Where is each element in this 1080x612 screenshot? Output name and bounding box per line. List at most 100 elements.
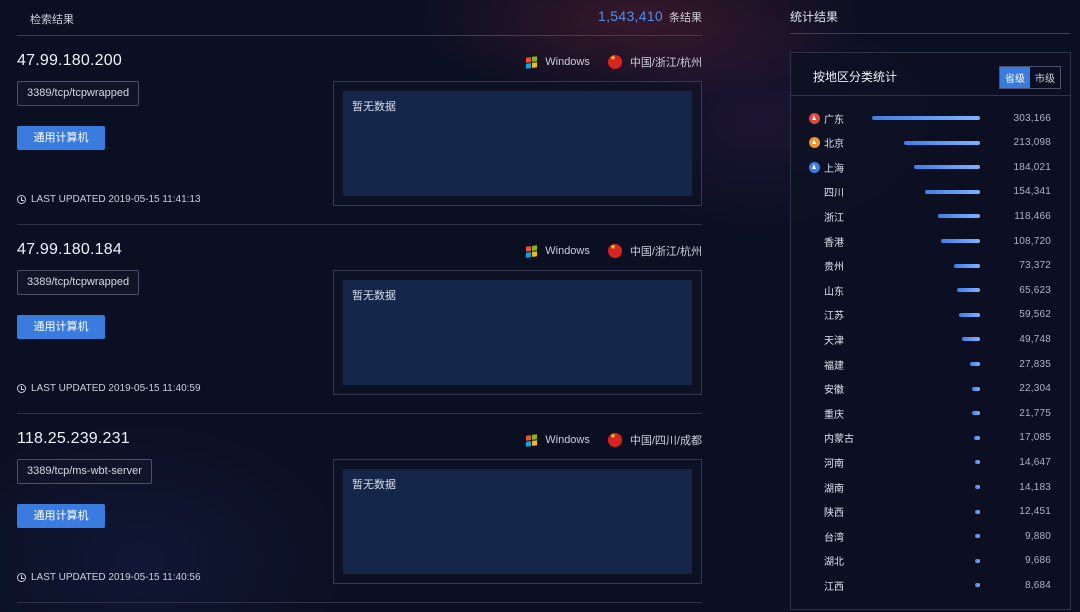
- search-results: 检索结果 1,543,410 条结果 47.99.180.200 Windows …: [17, 0, 702, 612]
- region-row[interactable]: 上海 184,021: [809, 157, 1051, 177]
- region-bar-track: [872, 165, 980, 170]
- region-row[interactable]: 安徽 22,304: [809, 379, 1051, 399]
- china-flag-icon: [607, 243, 622, 258]
- result-card: 47.99.180.200 Windows 中国/浙江/杭州 3389/tcp/…: [17, 36, 702, 225]
- device-type-button[interactable]: 通用计算机: [17, 504, 105, 528]
- stats-title: 统计结果: [790, 10, 839, 24]
- region-count: 17,085: [1019, 432, 1051, 444]
- detail-content: 暂无数据: [343, 91, 692, 196]
- region-name: 台湾: [824, 532, 844, 544]
- region-count: 49,748: [1019, 333, 1051, 345]
- result-ip[interactable]: 47.99.180.200: [17, 52, 122, 70]
- region-bar: [958, 312, 980, 317]
- region-bar-track: [872, 337, 980, 342]
- region-bar-track: [872, 312, 980, 317]
- region-row[interactable]: 广东 303,166: [809, 108, 1051, 128]
- region-bar: [904, 140, 980, 145]
- last-updated-text: LAST UPDATED 2019-05-15 11:40:59: [31, 383, 201, 394]
- region-bar-track: [872, 558, 980, 563]
- region-name: 福建: [824, 360, 844, 372]
- region-count: 73,372: [1019, 260, 1051, 272]
- result-ip[interactable]: 118.25.239.231: [17, 430, 130, 448]
- region-count: 154,341: [1013, 186, 1051, 198]
- region-bar: [975, 534, 980, 539]
- results-header: 检索结果 1,543,410 条结果: [17, 0, 702, 36]
- region-row[interactable]: 福建 27,835: [809, 354, 1051, 374]
- region-count: 213,098: [1013, 137, 1051, 149]
- region-row[interactable]: 台湾 9,880: [809, 526, 1051, 546]
- region-row[interactable]: 重庆 21,775: [809, 403, 1051, 423]
- region-name: 安徽: [824, 385, 844, 397]
- panel-divider: [791, 95, 1070, 96]
- region-bar-track: [872, 583, 980, 588]
- result-os: Windows: [545, 434, 590, 446]
- toggle-province[interactable]: 省级: [1000, 67, 1030, 88]
- china-flag-icon: [607, 432, 622, 447]
- device-type-button[interactable]: 通用计算机: [17, 315, 105, 339]
- result-os: Windows: [545, 56, 590, 68]
- region-name: 江苏: [824, 311, 844, 323]
- region-name: 香港: [824, 237, 844, 249]
- port-tag[interactable]: 3389/tcp/tcpwrapped: [17, 270, 140, 295]
- last-updated-text: LAST UPDATED 2019-05-15 11:40:56: [31, 572, 201, 583]
- result-meta: Windows 中国/四川/成都: [526, 432, 702, 448]
- result-meta: Windows 中国/浙江/杭州: [526, 54, 702, 70]
- result-ip[interactable]: 47.99.180.184: [17, 241, 122, 259]
- port-tag[interactable]: 3389/tcp/ms-wbt-server: [17, 459, 152, 484]
- region-row[interactable]: 内蒙古 17,085: [809, 428, 1051, 448]
- region-name: 四川: [824, 188, 844, 200]
- clock-icon: [17, 384, 26, 393]
- region-row[interactable]: 山东 65,623: [809, 280, 1051, 300]
- region-row[interactable]: 河南 14,647: [809, 452, 1051, 472]
- windows-icon: [526, 433, 538, 447]
- result-location: 中国/四川/成都: [629, 435, 702, 447]
- region-bar: [973, 435, 980, 440]
- region-count: 12,451: [1019, 506, 1051, 518]
- region-row[interactable]: 香港 108,720: [809, 231, 1051, 251]
- region-bar: [925, 189, 980, 194]
- region-bar: [953, 263, 980, 268]
- region-row[interactable]: 江苏 59,562: [809, 305, 1051, 325]
- region-bar-track: [872, 509, 980, 514]
- region-row[interactable]: 四川 154,341: [809, 182, 1051, 202]
- port-tag[interactable]: 3389/tcp/tcpwrapped: [17, 81, 140, 106]
- toggle-city[interactable]: 市级: [1030, 67, 1060, 88]
- region-count: 184,021: [1013, 161, 1051, 173]
- region-row[interactable]: 北京 213,098: [809, 133, 1051, 153]
- region-bar: [974, 460, 980, 465]
- detail-box: 暂无数据: [333, 459, 702, 584]
- region-bar-track: [872, 263, 980, 268]
- result-card: 118.25.239.231 Windows 中国/四川/成都 3389/tcp…: [17, 414, 702, 603]
- region-name: 天津: [824, 335, 844, 347]
- region-count: 108,720: [1013, 235, 1051, 247]
- region-name: 浙江: [824, 212, 844, 224]
- region-row[interactable]: 陕西 12,451: [809, 502, 1051, 522]
- region-row[interactable]: 湖南 14,183: [809, 477, 1051, 497]
- region-row[interactable]: 湖北 9,686: [809, 551, 1051, 571]
- region-count: 14,183: [1019, 481, 1051, 493]
- region-count: 65,623: [1019, 284, 1051, 296]
- level-toggle: 省级 市级: [999, 66, 1061, 89]
- region-count: 22,304: [1019, 383, 1051, 395]
- result-os: Windows: [545, 245, 590, 257]
- region-name: 北京: [824, 139, 844, 151]
- rank-badge-icon: [809, 112, 820, 124]
- region-row[interactable]: 浙江 118,466: [809, 206, 1051, 226]
- region-row[interactable]: 天津 49,748: [809, 329, 1051, 349]
- device-type-button[interactable]: 通用计算机: [17, 126, 105, 150]
- region-bar-track: [872, 239, 980, 243]
- stats-divider: [790, 33, 1070, 34]
- results-total-unit: 条结果: [669, 12, 702, 24]
- windows-icon: [526, 55, 538, 69]
- region-name: 广东: [824, 114, 844, 126]
- results-total: 1,543,410: [598, 8, 663, 24]
- region-name: 山东: [824, 286, 844, 298]
- region-name: 湖南: [824, 483, 844, 495]
- region-bar: [937, 214, 980, 219]
- region-name: 湖北: [824, 557, 844, 569]
- region-name: 贵州: [824, 262, 844, 274]
- region-row[interactable]: 江西 8,684: [809, 575, 1051, 595]
- region-name: 河南: [824, 458, 844, 470]
- result-location: 中国/浙江/杭州: [629, 246, 702, 258]
- region-row[interactable]: 贵州 73,372: [809, 256, 1051, 276]
